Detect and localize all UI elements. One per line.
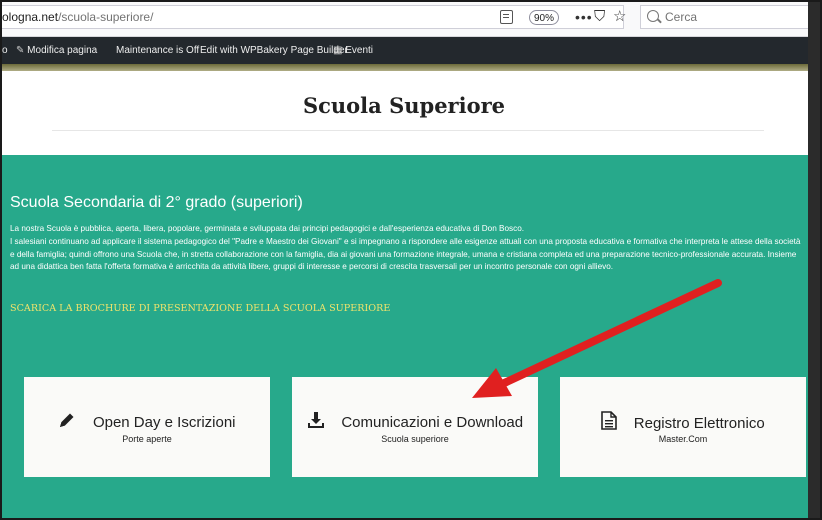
window-border bbox=[0, 0, 822, 520]
